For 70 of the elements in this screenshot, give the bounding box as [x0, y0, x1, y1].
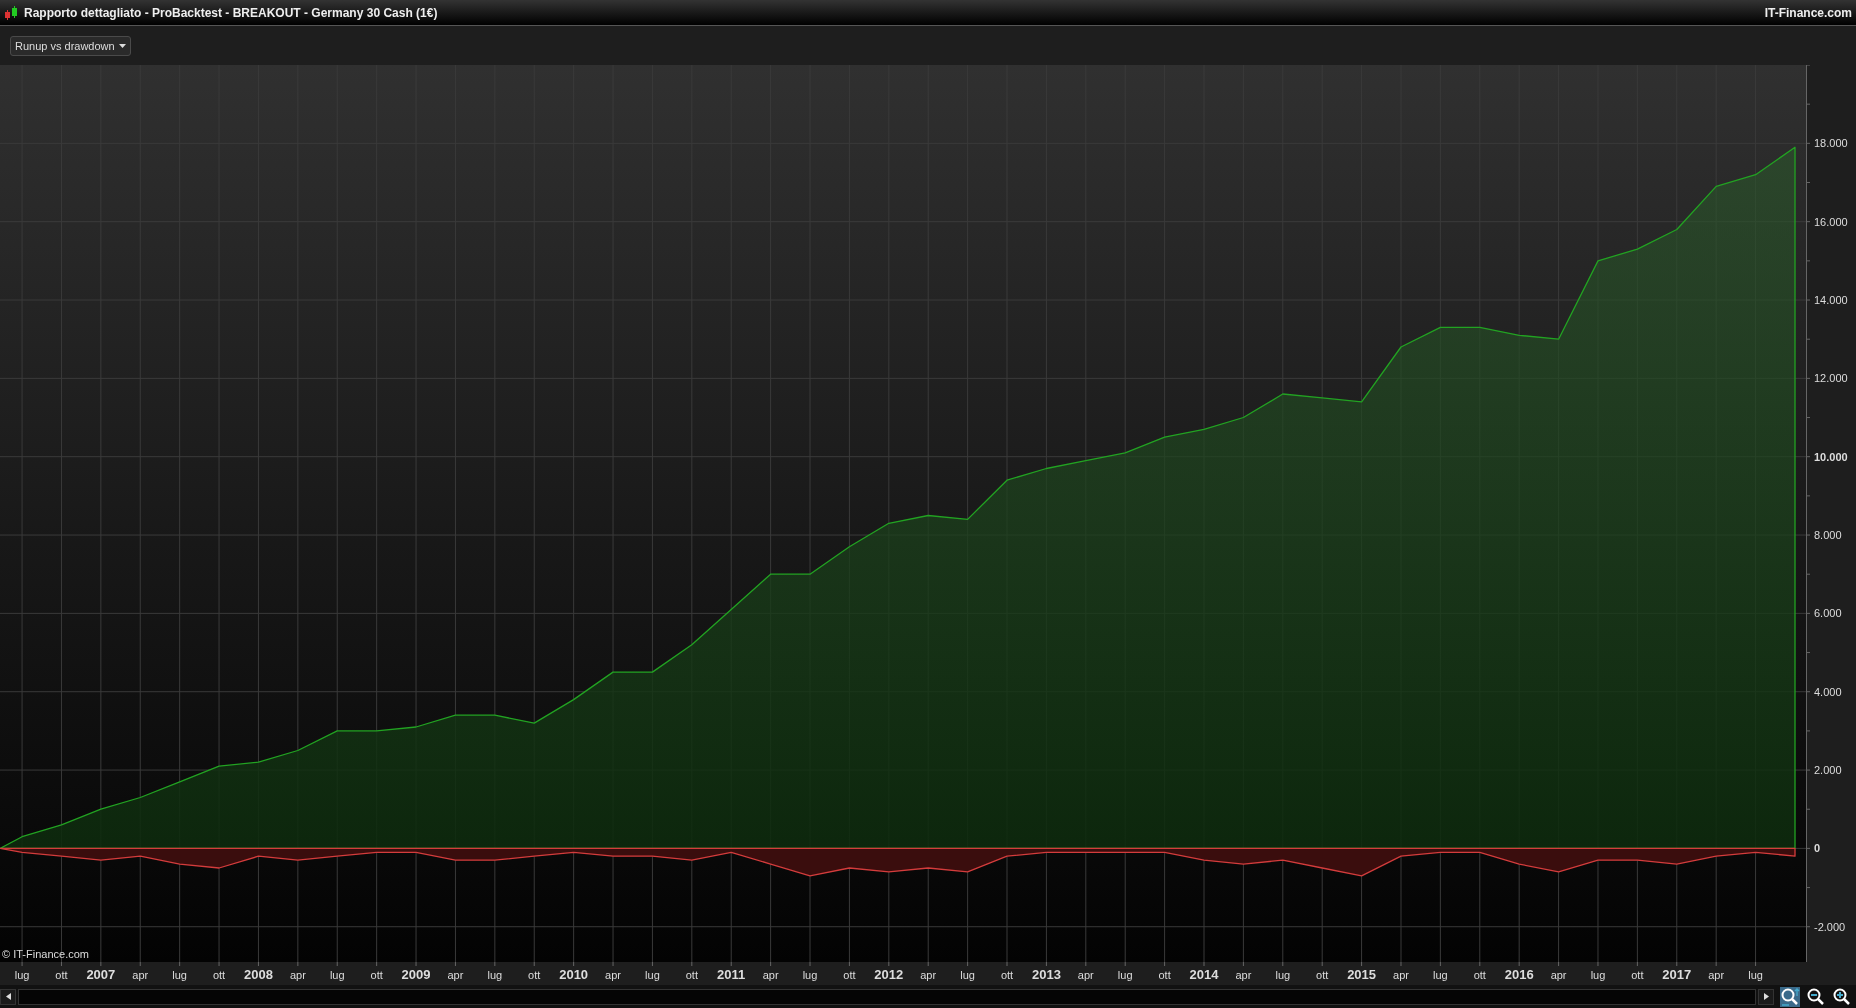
x-tick-label: 2016 — [1504, 967, 1534, 982]
x-tick-label: lug — [645, 969, 660, 981]
x-tick-label: ott — [55, 969, 68, 981]
x-tick-label: ott — [1631, 969, 1644, 981]
x-tick-label: apr — [1393, 969, 1409, 981]
left-arrow-icon — [5, 993, 11, 1000]
y-tick-label: 8.000 — [1814, 529, 1842, 542]
x-tick-label: 2014 — [1189, 967, 1219, 982]
x-tick-label: lug — [14, 969, 30, 981]
window-title: Rapporto dettagliato - ProBacktest - BREAKOUT - Germany 30 Cash (1€) — [24, 5, 438, 20]
x-tick-label: ott — [370, 969, 383, 981]
y-tick-label: 0 — [1814, 842, 1821, 855]
x-tick-label: lug — [1275, 969, 1291, 981]
view-dropdown[interactable]: Runup vs drawdown — [10, 35, 131, 56]
y-tick-label: 12.000 — [1814, 372, 1848, 385]
scrollbar-track[interactable] — [18, 988, 1756, 1005]
x-tick-label: lug — [960, 969, 975, 981]
zoom-out-icon[interactable] — [1806, 986, 1826, 1007]
x-tick-label: apr — [605, 969, 621, 981]
x-tick-label: 2007 — [86, 967, 116, 982]
x-tick-label: apr — [447, 969, 464, 981]
x-tick-label: lug — [487, 969, 503, 981]
x-tick-label: 2008 — [244, 967, 273, 982]
y-tick-label: 14.000 — [1814, 294, 1848, 306]
x-tick-label: lug — [802, 969, 818, 981]
y-tick-label: 2.000 — [1814, 764, 1842, 777]
x-tick-label: ott — [685, 969, 698, 981]
y-tick-label: 18.000 — [1814, 137, 1848, 150]
y-tick-label: -2.000 — [1814, 920, 1846, 933]
x-tick-label: lug — [1590, 969, 1606, 981]
x-tick-label: lug — [1117, 969, 1133, 981]
x-tick-label: apr — [132, 969, 149, 981]
x-tick-label: 2009 — [401, 967, 431, 982]
scroll-right-button[interactable] — [1758, 988, 1774, 1005]
x-tick-label: lug — [172, 969, 187, 981]
watermark-text: © IT-Finance.com — [2, 948, 89, 960]
x-tick-label: 2017 — [1662, 967, 1692, 982]
x-tick-label: apr — [1077, 969, 1094, 981]
x-tick-label: 2012 — [874, 967, 904, 982]
zoom-in-icon[interactable] — [1832, 986, 1852, 1007]
scroll-left-button[interactable] — [0, 988, 16, 1005]
x-tick-label: ott — [1316, 969, 1329, 981]
y-tick-label: 6.000 — [1814, 607, 1842, 620]
x-tick-label: 2011 — [717, 967, 746, 982]
brand-text: IT-Finance.com — [1764, 5, 1852, 20]
right-arrow-icon — [1763, 993, 1769, 1000]
x-tick-label: apr — [1235, 969, 1252, 981]
y-tick-label: 4.000 — [1814, 685, 1842, 698]
x-tick-label: apr — [920, 969, 937, 981]
x-tick-label: 2010 — [559, 967, 589, 982]
x-tick-label: ott — [843, 969, 856, 981]
x-tick-label: 2013 — [1031, 967, 1061, 982]
x-tick-label: lug — [1748, 969, 1763, 981]
candlestick-icon — [4, 5, 18, 20]
x-tick-label: 2015 — [1347, 967, 1377, 982]
x-tick-label: ott — [212, 969, 226, 981]
y-tick-label: 10.000 — [1814, 450, 1848, 463]
x-tick-label: apr — [1708, 969, 1725, 981]
x-tick-label: lug — [329, 969, 345, 981]
x-tick-label: apr — [289, 969, 306, 981]
x-tick-label: ott — [528, 969, 541, 981]
x-tick-label: apr — [1550, 969, 1567, 981]
x-tick-label: lug — [1433, 969, 1448, 981]
y-tick-label: 16.000 — [1814, 215, 1848, 228]
x-tick-label: ott — [1000, 969, 1014, 981]
x-tick-label: ott — [1473, 969, 1486, 981]
caret-icon — [118, 43, 126, 48]
x-tick-label: ott — [1158, 969, 1171, 981]
x-tick-label: apr — [762, 969, 779, 981]
zoom-fit-icon[interactable] — [1780, 986, 1800, 1007]
